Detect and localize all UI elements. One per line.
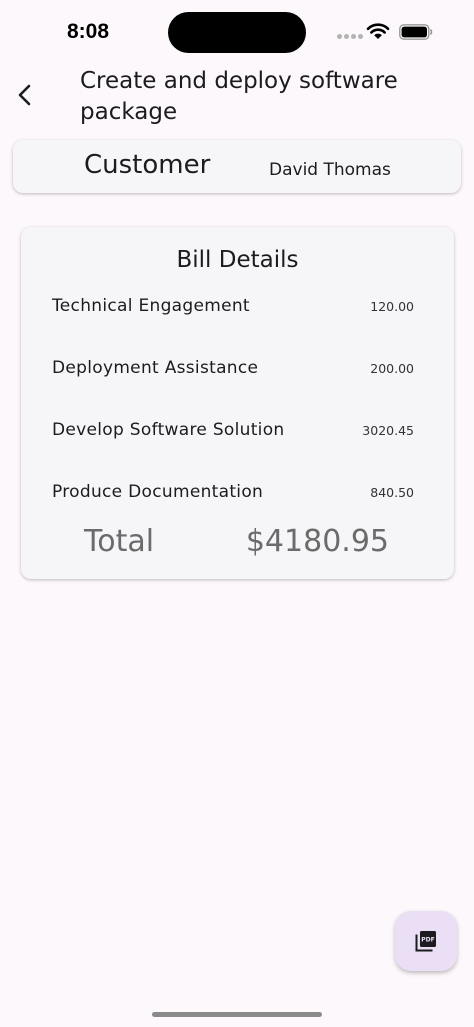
generate-pdf-button[interactable]: PDF [395, 911, 457, 971]
bill-item-row: Deployment Assistance 200.00 [52, 358, 414, 382]
bill-item-amount: 120.00 [370, 299, 414, 314]
chevron-left-icon [18, 84, 31, 106]
page-title: Create and deploy software package [80, 68, 398, 125]
svg-text:PDF: PDF [421, 937, 434, 944]
customer-name: David Thomas [269, 160, 391, 180]
bill-item-row: Develop Software Solution 3020.45 [52, 420, 414, 444]
bill-details-card: Bill Details Technical Engagement 120.00… [21, 227, 454, 579]
total-value: $4180.95 [245, 524, 389, 559]
bill-item-amount: 840.50 [370, 485, 414, 500]
customer-label: Customer [84, 150, 211, 180]
pdf-icon: PDF [415, 931, 436, 952]
home-indicator [152, 1012, 322, 1017]
bill-item-amount: 200.00 [370, 361, 414, 376]
bill-item-name: Produce Documentation [52, 482, 264, 502]
bill-item-amount: 3020.45 [362, 423, 414, 438]
bill-item-name: Develop Software Solution [52, 420, 285, 440]
status-bar: 8:08 [0, 0, 474, 64]
status-time: 8:08 [67, 20, 110, 43]
bill-item-row: Produce Documentation 840.50 [52, 482, 414, 506]
bill-details-title: Bill Details [176, 247, 299, 273]
bill-item-name: Deployment Assistance [52, 358, 259, 378]
bill-item-name: Technical Engagement [52, 296, 250, 316]
back-button[interactable] [8, 78, 42, 112]
app-bar: Create and deploy software package [0, 64, 474, 134]
signal-icon [337, 34, 363, 39]
bill-item-row: Technical Engagement 120.00 [52, 296, 414, 320]
dynamic-island [168, 12, 306, 53]
total-label: Total [84, 524, 155, 559]
battery-icon [399, 24, 433, 40]
wifi-icon [366, 23, 390, 39]
customer-card: Customer David Thomas [13, 140, 461, 193]
